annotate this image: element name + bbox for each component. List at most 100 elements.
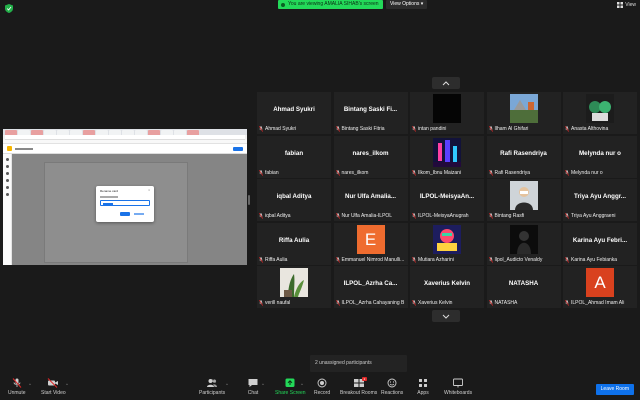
audio-options-caret[interactable]: ^: [29, 382, 31, 387]
participant-video-thumbnail: [433, 137, 461, 167]
gallery-page-down-button[interactable]: [432, 310, 460, 322]
participant-tile[interactable]: Karina Ayu Febri... Karina Ayu Febianka: [563, 222, 637, 265]
participant-name-label: Mutiara Azharini: [412, 257, 482, 263]
participant-tile[interactable]: intan pandini: [410, 92, 484, 134]
participant-display-name: Triya Ayu Anggr...: [574, 193, 626, 200]
participant-tile[interactable]: Anasta Althovina: [563, 92, 637, 134]
participant-name: Mutiara Azharini: [418, 256, 454, 263]
participant-tile[interactable]: Ilpol_Audicto Venaldy: [486, 222, 561, 265]
participant-tile[interactable]: Triya Ayu Anggr... Triya Ayu Anggraeni: [563, 179, 637, 221]
participant-tile[interactable]: Nur Ulfa Amalia... Nur Ulfa Amalia-ILPOL: [333, 179, 408, 221]
unassigned-participants-notice[interactable]: 2 unassigned participants: [310, 355, 407, 372]
participant-name-label: ILPOL_Azrha Cahayaning B: [335, 300, 406, 306]
reactions-icon: [387, 378, 397, 388]
participant-name: intan pandini: [418, 126, 447, 132]
participant-tile[interactable]: nares_ilkom nares_ilkom: [333, 135, 408, 178]
participant-tile[interactable]: Mutiara Azharini: [410, 222, 484, 265]
shared-rename-dialog: Rename card ×: [96, 186, 154, 222]
leave-room-button[interactable]: Leave Room: [595, 384, 634, 395]
muted-mic-icon: [259, 213, 263, 219]
participant-tile[interactable]: Rafi Rasendriya Rafi Rasendriya: [486, 135, 561, 178]
participant-name-label: Rafi Rasendriya: [488, 169, 559, 176]
participant-tile[interactable]: Riffa Aulia Riffa Aulia: [257, 222, 331, 265]
apps-button[interactable]: Apps: [417, 378, 429, 396]
muted-mic-icon: [412, 169, 416, 176]
gallery-page-up-button[interactable]: [432, 77, 460, 89]
chat-button[interactable]: Chat: [247, 378, 259, 396]
participant-tile[interactable]: ILPOL-MeisyaAn... ILPOL-MeisyaAnugrah: [410, 179, 484, 221]
participant-name-label: Anasta Althovina: [565, 126, 635, 132]
participant-name: Nur Ulfa Amalia-ILPOL: [341, 213, 393, 219]
participant-name: Riffa Aulia: [265, 256, 288, 263]
participant-tile[interactable]: Melynda nur o Melynda nur o: [563, 135, 637, 178]
breakout-rooms-button[interactable]: 2 Breakout Rooms: [340, 377, 377, 396]
participant-tile[interactable]: NATASHA NATASHA: [486, 266, 561, 308]
participant-tile[interactable]: Ahmad Syukri Ahmad Syukri: [257, 92, 331, 134]
participant-name: Rafi Rasendriya: [494, 169, 531, 176]
reactions-button[interactable]: Reactions: [381, 378, 403, 396]
view-button[interactable]: View: [617, 2, 636, 8]
muted-mic-icon: [488, 169, 493, 176]
record-button[interactable]: Record: [314, 378, 330, 396]
participant-tile[interactable]: ILPOL_Azrha Ca... ILPOL_Azrha Cahayaning …: [333, 266, 408, 308]
participant-name-label: Nur Ulfa Amalia-ILPOL: [335, 213, 406, 219]
whiteboards-label: Whiteboards: [444, 390, 473, 396]
video-options-caret[interactable]: ^: [66, 382, 68, 387]
chat-options-caret[interactable]: ^: [262, 382, 264, 387]
participant-name-label: Xaverius Kelvin: [412, 300, 482, 306]
participant-name-label: Karina Ayu Febianka: [565, 257, 635, 263]
participant-name-label: Triya Ayu Anggraeni: [565, 213, 635, 219]
participant-tile[interactable]: E Emmanuel Nimrod Manulli...: [333, 222, 408, 265]
muted-mic-icon: [565, 213, 569, 219]
participant-name-label: Riffa Aulia: [259, 257, 329, 263]
share-options-caret[interactable]: ^: [301, 382, 303, 387]
participant-tile[interactable]: A ILPOL_Ahmad Imam Ali: [563, 266, 637, 308]
panel-resize-handle[interactable]: [248, 195, 250, 205]
muted-mic-icon: [565, 300, 569, 306]
participant-video-thumbnail: [509, 181, 538, 210]
muted-mic-icon: [259, 300, 263, 306]
muted-mic-icon: [412, 126, 416, 132]
participant-tile[interactable]: Ilkom_Ibnu Maizani: [410, 135, 484, 178]
shared-screen-view[interactable]: Rename card ×: [3, 129, 247, 265]
participant-tile[interactable]: Ilham Al Ghifari: [486, 92, 561, 134]
participants-button[interactable]: 42 Participants: [199, 378, 225, 396]
participant-name-label: ILPOL-MeisyaAnugrah: [412, 213, 482, 219]
shared-app-toolbar: [3, 154, 12, 265]
participant-name-label: Ilkom_Ibnu Maizani: [412, 170, 482, 176]
start-video-button[interactable]: Start Video: [41, 378, 66, 396]
participants-options-caret[interactable]: ^: [226, 382, 228, 387]
participant-display-name: ILPOL-MeisyaAn...: [419, 193, 475, 200]
view-options-button[interactable]: View Options ▾: [386, 0, 428, 9]
participant-name-label: Ilpol_Audicto Venaldy: [488, 256, 559, 263]
unmute-button[interactable]: Unmute: [8, 378, 26, 396]
muted-mic-icon: [412, 213, 416, 219]
participant-tile[interactable]: Bintang Saski Fi... Bintang Saski Fitria: [333, 92, 408, 134]
participant-tile[interactable]: fabian fabian: [257, 135, 331, 178]
muted-mic-icon: [259, 169, 263, 176]
participant-display-name: Melynda nur o: [579, 149, 621, 157]
reactions-label: Reactions: [381, 390, 404, 396]
participant-name-label: Melynda nur o: [565, 170, 635, 176]
participant-display-name: Nur Ulfa Amalia...: [344, 193, 396, 200]
participant-gallery: Ahmad Syukri Ahmad Syukri Bintang Saski Fi…: [257, 92, 637, 308]
participant-name: Ilkom_Ibnu Maizani: [418, 169, 462, 176]
participant-tile[interactable]: iqbal Aditya iqbal Aditya: [257, 179, 331, 221]
share-screen-button[interactable]: Share Screen: [275, 378, 306, 396]
participant-tile[interactable]: Xaverius Kelvin Xaverius Kelvin: [410, 266, 484, 308]
participant-video-thumbnail: [586, 94, 614, 123]
participant-name: ILPOL_Ahmad Imam Ali: [571, 300, 625, 306]
participant-tile[interactable]: verill naufal: [257, 266, 331, 308]
participant-display-name: Xaverius Kelvin: [423, 280, 471, 287]
muted-mic-icon: [488, 300, 493, 306]
participant-name: Ilpol_Audicto Venaldy: [494, 256, 543, 263]
participant-display-name: fabian: [284, 149, 304, 157]
security-shield-icon[interactable]: [5, 4, 13, 13]
participant-tile[interactable]: Bintang Rasfi: [486, 179, 561, 221]
breakout-rooms-alert-badge: 2: [362, 377, 367, 381]
participant-name-label: Emmanuel Nimrod Manulli...: [335, 257, 406, 263]
participant-name: nares_ilkom: [341, 169, 369, 176]
muted-mic-icon: [335, 126, 340, 132]
whiteboards-button[interactable]: Whiteboards: [444, 378, 472, 396]
muted-mic-icon: [335, 169, 340, 176]
